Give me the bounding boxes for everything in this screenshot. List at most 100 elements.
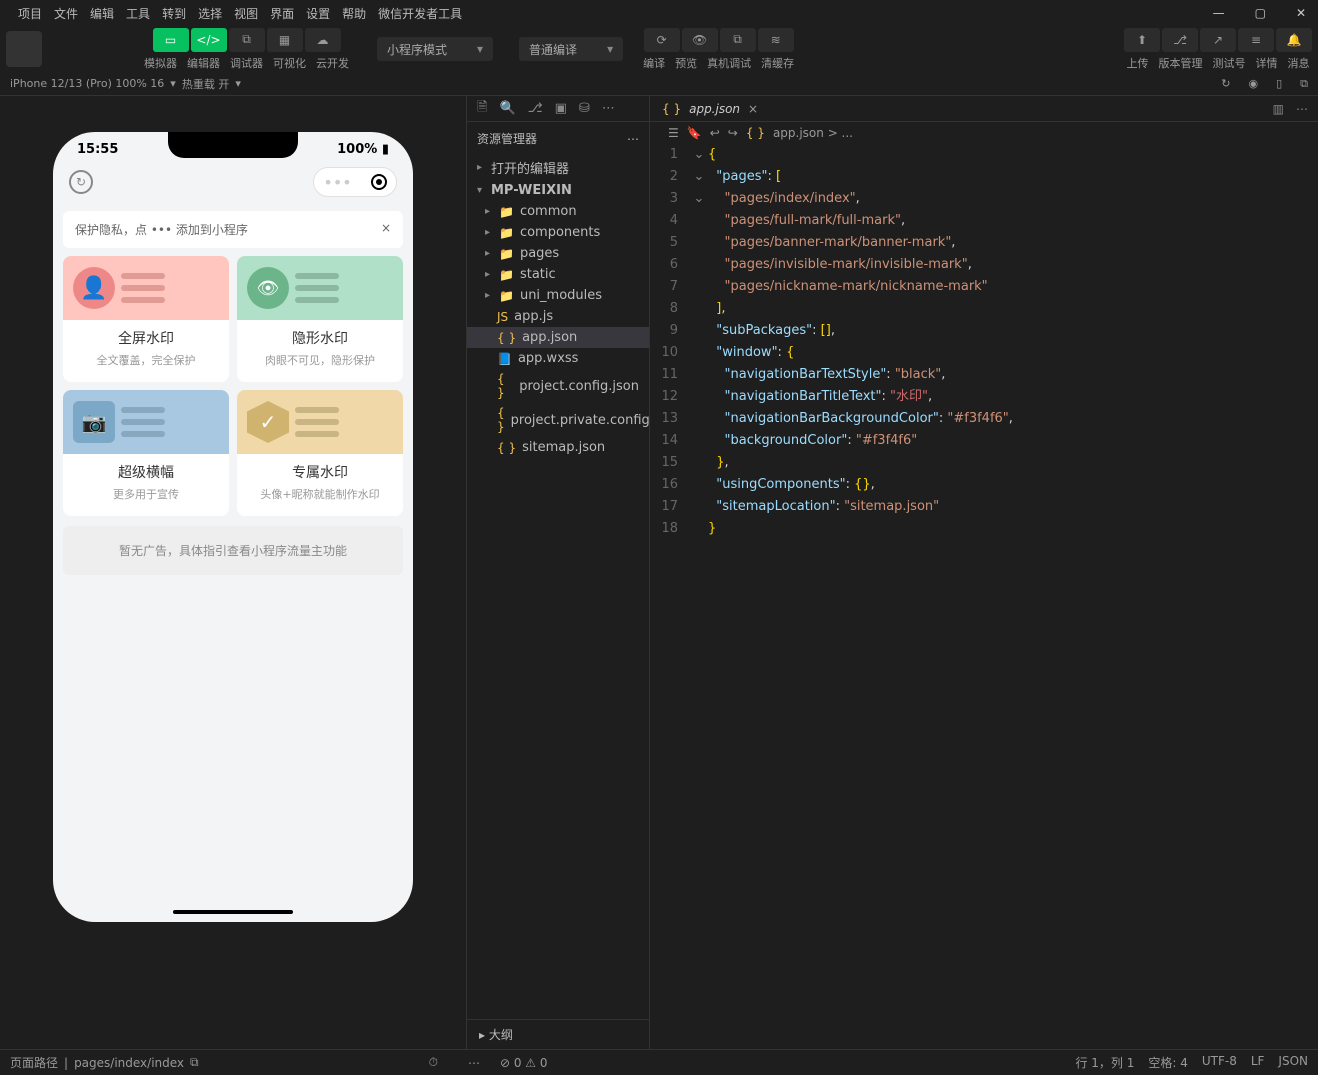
sim-more-icon[interactable]: ⋯ bbox=[468, 1056, 480, 1070]
db-icon[interactable]: ⛁ bbox=[579, 101, 590, 116]
cloud-button[interactable]: ☁ bbox=[305, 28, 341, 52]
copy-icon[interactable]: ⧉ bbox=[190, 1055, 199, 1070]
device-label[interactable]: iPhone 12/13 (Pro) 100% 16 bbox=[10, 77, 164, 90]
phone-icon[interactable]: ▯ bbox=[1276, 77, 1282, 91]
menu-项目[interactable]: 项目 bbox=[12, 5, 48, 23]
tree-static[interactable]: ▸📁static bbox=[467, 264, 649, 285]
code-editor[interactable]: 123456789101112131415161718 ⌄⌄⌄ { "pages… bbox=[650, 144, 1318, 1049]
time-label: 15:55 bbox=[77, 142, 118, 157]
phone-preview[interactable]: 15:55 100% ▮ ↻ ••• 保护隐私，点 ••• 添加到小程序× 👤全屏… bbox=[53, 132, 413, 922]
version-button[interactable]: ⎇ bbox=[1162, 28, 1198, 52]
message-button[interactable]: 🔔 bbox=[1276, 28, 1312, 52]
tree-pages[interactable]: ▸📁pages bbox=[467, 243, 649, 264]
tree-open[interactable]: ▸打开的编辑器 bbox=[467, 155, 649, 180]
menu-帮助[interactable]: 帮助 bbox=[336, 5, 372, 23]
menu-工具[interactable]: 工具 bbox=[120, 5, 156, 23]
card-3[interactable]: ✓专属水印头像+昵称就能制作水印 bbox=[237, 390, 403, 516]
editor-panel: { }app.json× ▥ ⋯ ☰ 🔖 ↩ ↪ { }app.json > ..… bbox=[650, 96, 1318, 1049]
battery-label: 100% ▮ bbox=[337, 142, 389, 157]
hot-reload-label[interactable]: 热重载 开 bbox=[182, 76, 230, 92]
status-LF[interactable]: LF bbox=[1251, 1054, 1265, 1071]
tab-appjson[interactable]: { }app.json× bbox=[650, 96, 770, 121]
visual-button[interactable]: ▦ bbox=[267, 28, 303, 52]
split-icon[interactable]: ▥ bbox=[1273, 102, 1284, 116]
tab-close-icon: × bbox=[748, 102, 758, 116]
popout-icon[interactable]: ⧉ bbox=[1300, 77, 1308, 91]
menu-界面[interactable]: 界面 bbox=[264, 5, 300, 23]
close-tip-icon: × bbox=[381, 221, 391, 238]
status-UTF-8[interactable]: UTF-8 bbox=[1202, 1054, 1237, 1071]
mode-select[interactable]: 小程序模式▾ bbox=[377, 37, 493, 61]
simulator-button[interactable]: ▭ bbox=[153, 28, 189, 52]
card-1[interactable]: 👁隐形水印肉眼不可见，隐形保护 bbox=[237, 256, 403, 382]
page-path-value[interactable]: pages/index/index bbox=[74, 1056, 184, 1070]
tree-project.config.json[interactable]: { }project.config.json bbox=[467, 369, 649, 403]
explorer-panel: 🗎 🔍 ⎇ ▣ ⛁ ⋯ 资源管理器⋯ ▸打开的编辑器▾MP-WEIXIN▸📁co… bbox=[466, 96, 650, 1049]
compile-button[interactable]: ⟳ bbox=[644, 28, 680, 52]
record-icon[interactable]: ◉ bbox=[1248, 77, 1258, 91]
status-行 1，列 1[interactable]: 行 1，列 1 bbox=[1075, 1054, 1134, 1071]
more-icon[interactable]: ⋯ bbox=[1296, 102, 1308, 116]
files-icon[interactable]: 🗎 bbox=[477, 98, 487, 120]
card-0[interactable]: 👤全屏水印全文覆盖，完全保护 bbox=[63, 256, 229, 382]
perf-icon[interactable]: ⏱ bbox=[429, 1055, 438, 1070]
tree-components[interactable]: ▸📁components bbox=[467, 222, 649, 243]
page-path-label[interactable]: 页面路径 bbox=[10, 1054, 58, 1071]
search-icon[interactable]: 🔍 bbox=[499, 101, 515, 116]
tree-root[interactable]: ▾MP-WEIXIN bbox=[467, 180, 649, 201]
tree-common[interactable]: ▸📁common bbox=[467, 201, 649, 222]
explorer-title: 资源管理器 bbox=[477, 130, 537, 147]
menu-选择[interactable]: 选择 bbox=[192, 5, 228, 23]
menu-items[interactable]: 项目文件编辑工具转到选择视图界面设置帮助微信开发者工具 bbox=[6, 3, 474, 24]
toolbar: ▭ </> ⧉ ▦ ☁ 模拟器编辑器调试器可视化云开发 小程序模式▾ 普通编译▾… bbox=[0, 26, 1318, 72]
bookmark-icon[interactable]: 🔖 bbox=[687, 126, 702, 140]
editor-button[interactable]: </> bbox=[191, 28, 227, 52]
tree-sitemap.json[interactable]: { }sitemap.json bbox=[467, 437, 649, 458]
menu-微信开发者工具[interactable]: 微信开发者工具 bbox=[372, 5, 468, 23]
upload-button[interactable]: ⬆ bbox=[1124, 28, 1160, 52]
window-controls[interactable]: — ▢ ✕ bbox=[1207, 4, 1312, 22]
tree-app.json[interactable]: { }app.json bbox=[467, 327, 649, 348]
forward-icon[interactable]: ↪ bbox=[728, 126, 738, 140]
ext-icon[interactable]: ▣ bbox=[555, 101, 567, 116]
status-空格: 4[interactable]: 空格: 4 bbox=[1148, 1054, 1188, 1071]
menu-编辑[interactable]: 编辑 bbox=[84, 5, 120, 23]
remote-debug-button[interactable]: ⧉ bbox=[720, 28, 756, 52]
breadcrumb[interactable]: ☰ 🔖 ↩ ↪ { }app.json > ... bbox=[650, 122, 1318, 144]
avatar[interactable] bbox=[6, 31, 42, 67]
preview-button[interactable]: 👁 bbox=[682, 28, 718, 52]
test-button[interactable]: ↗ bbox=[1200, 28, 1236, 52]
page-refresh-icon[interactable]: ↻ bbox=[69, 170, 93, 194]
status-JSON[interactable]: JSON bbox=[1278, 1054, 1308, 1071]
menu-设置[interactable]: 设置 bbox=[300, 5, 336, 23]
tip-bar[interactable]: 保护隐私，点 ••• 添加到小程序× bbox=[63, 211, 403, 248]
refresh-icon[interactable]: ↻ bbox=[1221, 77, 1230, 91]
explorer-more-icon[interactable]: ⋯ bbox=[627, 132, 639, 146]
more-icon[interactable]: ⋯ bbox=[602, 101, 615, 116]
capsule-button[interactable]: ••• bbox=[313, 167, 397, 197]
view-toggles: ▭ </> ⧉ ▦ ☁ 模拟器编辑器调试器可视化云开发 bbox=[144, 28, 349, 71]
menu-视图[interactable]: 视图 bbox=[228, 5, 264, 23]
maximize-icon: ▢ bbox=[1249, 4, 1272, 22]
detail-button[interactable]: ≡ bbox=[1238, 28, 1274, 52]
problems-indicator[interactable]: ⊘ 0 ⚠ 0 bbox=[500, 1056, 548, 1070]
clear-cache-button[interactable]: ≋ bbox=[758, 28, 794, 52]
menu-转到[interactable]: 转到 bbox=[156, 5, 192, 23]
compile-select[interactable]: 普通编译▾ bbox=[519, 37, 623, 61]
back-icon[interactable]: ↩ bbox=[710, 126, 720, 140]
tree-project.private.config.js...[interactable]: { }project.private.config.js... bbox=[467, 403, 649, 437]
card-2[interactable]: 📷超级横幅更多用于宣传 bbox=[63, 390, 229, 516]
tree-app.wxss[interactable]: 📘app.wxss bbox=[467, 348, 649, 369]
simbar: iPhone 12/13 (Pro) 100% 16 ▾ 热重载 开 ▾ ↻ ◉… bbox=[0, 72, 1318, 96]
menu-文件[interactable]: 文件 bbox=[48, 5, 84, 23]
ad-placeholder: 暂无广告，具体指引查看小程序流量主功能 bbox=[63, 526, 403, 575]
editor-tabs: { }app.json× ▥ ⋯ bbox=[650, 96, 1318, 122]
outline-toggle-icon[interactable]: ☰ bbox=[668, 126, 679, 140]
outline-section[interactable]: ▸ 大纲 bbox=[467, 1019, 649, 1049]
tree-app.js[interactable]: JSapp.js bbox=[467, 306, 649, 327]
close-icon: ✕ bbox=[1290, 4, 1312, 22]
branch-icon[interactable]: ⎇ bbox=[528, 101, 543, 116]
simulator-panel: 15:55 100% ▮ ↻ ••• 保护隐私，点 ••• 添加到小程序× 👤全屏… bbox=[0, 96, 466, 1049]
debugger-button[interactable]: ⧉ bbox=[229, 28, 265, 52]
tree-uni_modules[interactable]: ▸📁uni_modules bbox=[467, 285, 649, 306]
